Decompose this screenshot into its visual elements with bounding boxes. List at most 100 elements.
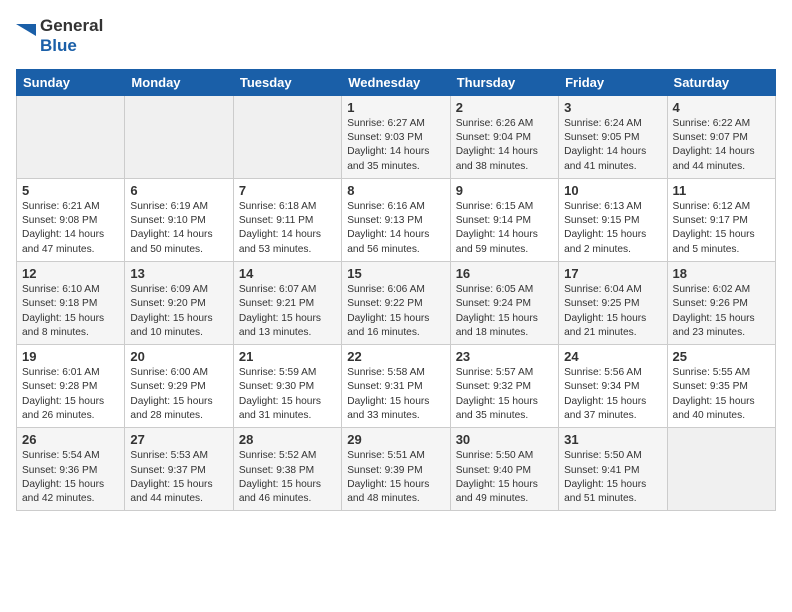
- day-number: 26: [22, 432, 119, 447]
- day-info: Sunrise: 6:21 AM Sunset: 9:08 PM Dayligh…: [22, 200, 119, 257]
- calendar-cell: 4 Sunrise: 6:22 AM Sunset: 9:07 PM Daylig…: [667, 95, 775, 178]
- calendar-cell: 30 Sunrise: 5:50 AM Sunset: 9:40 PM Dayli…: [450, 428, 558, 511]
- day-info: Sunrise: 5:57 AM Sunset: 9:32 PM Dayligh…: [456, 366, 553, 423]
- calendar-week-row: 5 Sunrise: 6:21 AM Sunset: 9:08 PM Daylig…: [17, 178, 776, 261]
- day-number: 12: [22, 266, 119, 281]
- day-info: Sunrise: 6:15 AM Sunset: 9:14 PM Dayligh…: [456, 200, 553, 257]
- calendar-cell: 1Sunrise: 6:27 AM Sunset: 9:03 PM Daylig…: [342, 95, 450, 178]
- day-info: Sunrise: 6:18 AM Sunset: 9:11 PM Dayligh…: [239, 200, 336, 257]
- day-info: Sunrise: 6:05 AM Sunset: 9:24 PM Dayligh…: [456, 283, 553, 340]
- calendar-cell: 8 Sunrise: 6:16 AM Sunset: 9:13 PM Daylig…: [342, 178, 450, 261]
- day-number: 9: [456, 183, 553, 198]
- calendar-cell: 18 Sunrise: 6:02 AM Sunset: 9:26 PM Dayli…: [667, 262, 775, 345]
- calendar-cell: [667, 428, 775, 511]
- page-header: GeneralBlue: [16, 16, 776, 57]
- day-info: Sunrise: 6:10 AM Sunset: 9:18 PM Dayligh…: [22, 283, 119, 340]
- day-info: Sunrise: 5:51 AM Sunset: 9:39 PM Dayligh…: [347, 449, 444, 506]
- calendar-cell: 23Sunrise: 5:57 AM Sunset: 9:32 PM Dayli…: [450, 345, 558, 428]
- calendar-cell: 11 Sunrise: 6:12 AM Sunset: 9:17 PM Dayli…: [667, 178, 775, 261]
- calendar-week-row: 12 Sunrise: 6:10 AM Sunset: 9:18 PM Dayli…: [17, 262, 776, 345]
- calendar-cell: 22 Sunrise: 5:58 AM Sunset: 9:31 PM Dayli…: [342, 345, 450, 428]
- weekday-header-monday: Monday: [125, 69, 233, 95]
- weekday-header-sunday: Sunday: [17, 69, 125, 95]
- weekday-header-tuesday: Tuesday: [233, 69, 341, 95]
- day-info: Sunrise: 6:19 AM Sunset: 9:10 PM Dayligh…: [130, 200, 227, 257]
- weekday-header-thursday: Thursday: [450, 69, 558, 95]
- calendar-cell: 15 Sunrise: 6:06 AM Sunset: 9:22 PM Dayli…: [342, 262, 450, 345]
- weekday-header-row: SundayMondayTuesdayWednesdayThursdayFrid…: [17, 69, 776, 95]
- day-info: Sunrise: 6:13 AM Sunset: 9:15 PM Dayligh…: [564, 200, 661, 257]
- calendar-week-row: 1Sunrise: 6:27 AM Sunset: 9:03 PM Daylig…: [17, 95, 776, 178]
- day-info: Sunrise: 6:00 AM Sunset: 9:29 PM Dayligh…: [130, 366, 227, 423]
- day-info: Sunrise: 5:59 AM Sunset: 9:30 PM Dayligh…: [239, 366, 336, 423]
- calendar-week-row: 19Sunrise: 6:01 AM Sunset: 9:28 PM Dayli…: [17, 345, 776, 428]
- day-info: Sunrise: 6:04 AM Sunset: 9:25 PM Dayligh…: [564, 283, 661, 340]
- day-number: 15: [347, 266, 444, 281]
- day-number: 14: [239, 266, 336, 281]
- day-number: 30: [456, 432, 553, 447]
- day-info: Sunrise: 6:12 AM Sunset: 9:17 PM Dayligh…: [673, 200, 770, 257]
- calendar-cell: 13Sunrise: 6:09 AM Sunset: 9:20 PM Dayli…: [125, 262, 233, 345]
- calendar-cell: 12 Sunrise: 6:10 AM Sunset: 9:18 PM Dayli…: [17, 262, 125, 345]
- calendar-cell: 14 Sunrise: 6:07 AM Sunset: 9:21 PM Dayli…: [233, 262, 341, 345]
- day-info: Sunrise: 6:27 AM Sunset: 9:03 PM Dayligh…: [347, 117, 444, 174]
- day-number: 25: [673, 349, 770, 364]
- day-number: 16: [456, 266, 553, 281]
- day-info: Sunrise: 5:52 AM Sunset: 9:38 PM Dayligh…: [239, 449, 336, 506]
- day-number: 4: [673, 100, 770, 115]
- day-info: Sunrise: 5:54 AM Sunset: 9:36 PM Dayligh…: [22, 449, 119, 506]
- logo: GeneralBlue: [16, 16, 103, 57]
- day-number: 27: [130, 432, 227, 447]
- calendar-cell: 2 Sunrise: 6:26 AM Sunset: 9:04 PM Daylig…: [450, 95, 558, 178]
- day-number: 31: [564, 432, 661, 447]
- day-info: Sunrise: 5:58 AM Sunset: 9:31 PM Dayligh…: [347, 366, 444, 423]
- calendar-cell: 28 Sunrise: 5:52 AM Sunset: 9:38 PM Dayli…: [233, 428, 341, 511]
- day-number: 6: [130, 183, 227, 198]
- day-info: Sunrise: 6:06 AM Sunset: 9:22 PM Dayligh…: [347, 283, 444, 340]
- calendar-cell: 6 Sunrise: 6:19 AM Sunset: 9:10 PM Daylig…: [125, 178, 233, 261]
- day-info: Sunrise: 5:55 AM Sunset: 9:35 PM Dayligh…: [673, 366, 770, 423]
- day-info: Sunrise: 6:26 AM Sunset: 9:04 PM Dayligh…: [456, 117, 553, 174]
- day-number: 22: [347, 349, 444, 364]
- day-number: 28: [239, 432, 336, 447]
- day-info: Sunrise: 6:02 AM Sunset: 9:26 PM Dayligh…: [673, 283, 770, 340]
- day-info: Sunrise: 6:22 AM Sunset: 9:07 PM Dayligh…: [673, 117, 770, 174]
- calendar-cell: 16 Sunrise: 6:05 AM Sunset: 9:24 PM Dayli…: [450, 262, 558, 345]
- calendar-cell: 20Sunrise: 6:00 AM Sunset: 9:29 PM Dayli…: [125, 345, 233, 428]
- weekday-header-wednesday: Wednesday: [342, 69, 450, 95]
- calendar-week-row: 26 Sunrise: 5:54 AM Sunset: 9:36 PM Dayli…: [17, 428, 776, 511]
- day-info: Sunrise: 6:07 AM Sunset: 9:21 PM Dayligh…: [239, 283, 336, 340]
- day-number: 8: [347, 183, 444, 198]
- day-number: 11: [673, 183, 770, 198]
- calendar-cell: 7 Sunrise: 6:18 AM Sunset: 9:11 PM Daylig…: [233, 178, 341, 261]
- day-info: Sunrise: 6:09 AM Sunset: 9:20 PM Dayligh…: [130, 283, 227, 340]
- day-info: Sunrise: 5:53 AM Sunset: 9:37 PM Dayligh…: [130, 449, 227, 506]
- calendar-cell: 29Sunrise: 5:51 AM Sunset: 9:39 PM Dayli…: [342, 428, 450, 511]
- calendar-cell: 5 Sunrise: 6:21 AM Sunset: 9:08 PM Daylig…: [17, 178, 125, 261]
- day-info: Sunrise: 6:16 AM Sunset: 9:13 PM Dayligh…: [347, 200, 444, 257]
- day-number: 7: [239, 183, 336, 198]
- day-number: 21: [239, 349, 336, 364]
- calendar-cell: 3Sunrise: 6:24 AM Sunset: 9:05 PM Daylig…: [559, 95, 667, 178]
- day-number: 18: [673, 266, 770, 281]
- calendar-cell: 31 Sunrise: 5:50 AM Sunset: 9:41 PM Dayli…: [559, 428, 667, 511]
- weekday-header-saturday: Saturday: [667, 69, 775, 95]
- calendar-cell: 9 Sunrise: 6:15 AM Sunset: 9:14 PM Daylig…: [450, 178, 558, 261]
- day-info: Sunrise: 5:56 AM Sunset: 9:34 PM Dayligh…: [564, 366, 661, 423]
- calendar-table: SundayMondayTuesdayWednesdayThursdayFrid…: [16, 69, 776, 512]
- day-info: Sunrise: 5:50 AM Sunset: 9:41 PM Dayligh…: [564, 449, 661, 506]
- weekday-header-friday: Friday: [559, 69, 667, 95]
- day-info: Sunrise: 5:50 AM Sunset: 9:40 PM Dayligh…: [456, 449, 553, 506]
- calendar-cell: 26 Sunrise: 5:54 AM Sunset: 9:36 PM Dayli…: [17, 428, 125, 511]
- calendar-cell: 21 Sunrise: 5:59 AM Sunset: 9:30 PM Dayli…: [233, 345, 341, 428]
- day-number: 24: [564, 349, 661, 364]
- calendar-cell: 25 Sunrise: 5:55 AM Sunset: 9:35 PM Dayli…: [667, 345, 775, 428]
- calendar-cell: 19Sunrise: 6:01 AM Sunset: 9:28 PM Dayli…: [17, 345, 125, 428]
- calendar-cell: [125, 95, 233, 178]
- calendar-cell: 24 Sunrise: 5:56 AM Sunset: 9:34 PM Dayli…: [559, 345, 667, 428]
- day-number: 5: [22, 183, 119, 198]
- day-info: Sunrise: 6:24 AM Sunset: 9:05 PM Dayligh…: [564, 117, 661, 174]
- calendar-cell: [233, 95, 341, 178]
- day-number: 2: [456, 100, 553, 115]
- calendar-cell: 10Sunrise: 6:13 AM Sunset: 9:15 PM Dayli…: [559, 178, 667, 261]
